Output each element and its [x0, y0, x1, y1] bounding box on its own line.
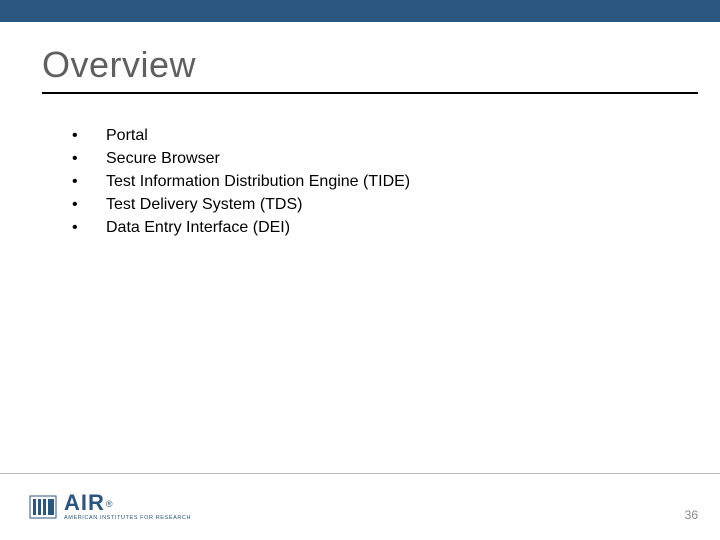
list-item-label: Secure Browser — [106, 149, 220, 169]
slide: Overview • Portal • Secure Browser • Tes… — [0, 0, 720, 540]
bullet-icon: • — [72, 195, 106, 215]
registered-mark-icon: ® — [106, 499, 113, 509]
title-block: Overview — [42, 44, 698, 94]
list-item: • Portal — [72, 126, 680, 146]
logo-mark-icon — [28, 492, 58, 522]
bullet-list: • Portal • Secure Browser • Test Informa… — [72, 126, 680, 241]
bullet-icon: • — [72, 172, 106, 192]
bullet-icon: • — [72, 126, 106, 146]
footer-logo: AIR® AMERICAN INSTITUTES FOR RESEARCH — [28, 492, 191, 522]
footer-divider — [0, 473, 720, 474]
page-number: 36 — [685, 508, 698, 522]
list-item-label: Data Entry Interface (DEI) — [106, 218, 290, 238]
list-item: • Test Delivery System (TDS) — [72, 195, 680, 215]
top-bar — [0, 0, 720, 22]
list-item-label: Test Delivery System (TDS) — [106, 195, 302, 215]
list-item-label: Portal — [106, 126, 148, 146]
bullet-icon: • — [72, 149, 106, 169]
bullet-icon: • — [72, 218, 106, 238]
logo-text: AIR® AMERICAN INSTITUTES FOR RESEARCH — [64, 492, 191, 522]
list-item: • Test Information Distribution Engine (… — [72, 172, 680, 192]
list-item: • Data Entry Interface (DEI) — [72, 218, 680, 238]
list-item-label: Test Information Distribution Engine (TI… — [106, 172, 410, 192]
list-item: • Secure Browser — [72, 149, 680, 169]
slide-title: Overview — [42, 44, 698, 86]
logo-subtext: AMERICAN INSTITUTES FOR RESEARCH — [64, 516, 191, 522]
logo-name: AIR — [64, 490, 105, 515]
